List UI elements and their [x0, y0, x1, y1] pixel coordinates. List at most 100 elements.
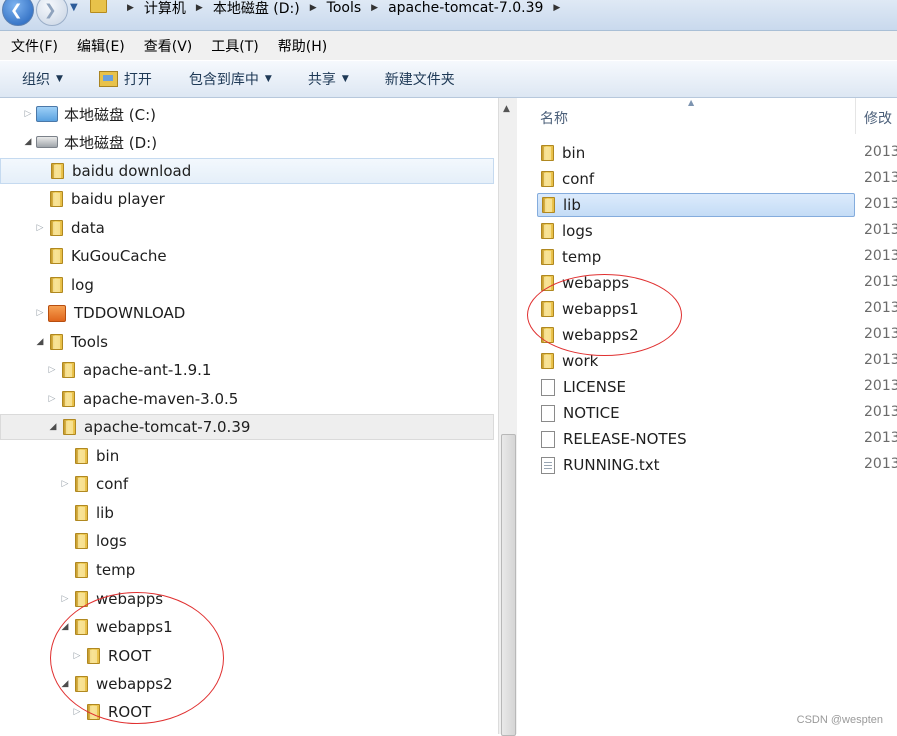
organize-button[interactable]: 组织 ▼ [22, 69, 63, 89]
column-header-name[interactable]: 名称 [540, 108, 568, 128]
tree-item-label: temp [96, 561, 136, 579]
collapsed-arrow-icon[interactable]: ▷ [46, 394, 58, 404]
open-button[interactable]: 打开 [98, 69, 152, 89]
tree-item[interactable]: ▷ 本地磁盘 (C:) [22, 101, 156, 127]
file-row[interactable]: lib [537, 193, 855, 217]
tree-item[interactable]: log [34, 272, 94, 298]
tree-item-label: lib [96, 504, 114, 522]
file-name: logs [562, 222, 593, 240]
new-folder-button[interactable]: 新建文件夹 [385, 69, 455, 89]
folder-icon [50, 220, 63, 236]
scroll-up-arrow-icon[interactable]: ▲ [503, 104, 510, 114]
back-button[interactable]: ❮ [2, 0, 34, 26]
collapsed-arrow-icon[interactable]: ▷ [59, 594, 71, 604]
drive-icon [36, 136, 58, 148]
file-name: RELEASE-NOTES [563, 430, 687, 448]
caret-down-icon: ▼ [56, 74, 63, 84]
tree-item[interactable]: lib [59, 500, 114, 526]
tree-item[interactable]: ▷ apache-maven-3.0.5 [46, 386, 239, 412]
file-row[interactable]: RELEASE-NOTES [537, 427, 855, 451]
collapsed-arrow-icon[interactable]: ▷ [34, 308, 46, 318]
menu-help[interactable]: 帮助(H) [278, 36, 327, 56]
file-modified-date: 2013 [864, 170, 897, 186]
forward-arrow-icon: ❯ [44, 1, 57, 19]
folder-icon [75, 562, 88, 578]
tree-item[interactable]: ◢ apache-tomcat-7.0.39 [0, 414, 494, 440]
file-modified-date: 2013 [864, 222, 897, 238]
menu-file[interactable]: 文件(F) [11, 36, 58, 56]
navigation-pane[interactable]: ▷ 本地磁盘 (C:) ◢ 本地磁盘 (D:) baidu download baidu … [0, 98, 498, 734]
collapsed-arrow-icon[interactable]: ▷ [46, 365, 58, 375]
tree-item[interactable]: ▷ TDDOWNLOAD [34, 300, 186, 326]
tree-item-label: apache-ant-1.9.1 [83, 361, 212, 379]
file-name: temp [562, 248, 602, 266]
tree-item[interactable]: ◢ 本地磁盘 (D:) [22, 129, 158, 155]
open-label: 打开 [123, 72, 152, 88]
file-row[interactable]: LICENSE [537, 375, 855, 399]
history-dropdown-icon[interactable]: ▼ [70, 2, 78, 13]
include-in-library-button[interactable]: 包含到库中 ▼ [189, 69, 272, 89]
file-icon [541, 404, 555, 422]
drive-c-icon [36, 106, 58, 122]
file-name: conf [562, 170, 595, 188]
file-name: lib [563, 196, 581, 214]
breadcrumb-item[interactable]: 计算机 [144, 0, 186, 18]
tree-item[interactable]: temp [59, 557, 135, 583]
folder-icon [90, 0, 107, 13]
collapsed-arrow-icon[interactable]: ▷ [59, 479, 71, 489]
tree-item[interactable]: bin [59, 443, 119, 469]
caret-down-icon: ▼ [264, 74, 272, 84]
breadcrumb-item[interactable]: Tools [327, 0, 362, 16]
breadcrumb-item[interactable]: apache-tomcat-7.0.39 [388, 0, 543, 16]
scrollbar-thumb[interactable] [501, 434, 516, 736]
forward-button[interactable]: ❯ [36, 0, 68, 26]
expanded-arrow-icon[interactable]: ◢ [22, 137, 34, 147]
folder-icon [541, 171, 554, 187]
file-name: LICENSE [563, 378, 626, 396]
breadcrumb-item[interactable]: 本地磁盘 (D:) [213, 0, 300, 18]
tree-item[interactable]: ▷ apache-ant-1.9.1 [46, 357, 212, 383]
chevron-right-icon[interactable]: ▶ [127, 3, 134, 13]
open-folder-icon [98, 71, 118, 87]
collapsed-arrow-icon[interactable]: ▷ [22, 109, 34, 119]
chevron-right-icon[interactable]: ▶ [310, 3, 317, 13]
tree-item[interactable]: ▷ data [34, 215, 105, 241]
file-row[interactable]: conf [537, 167, 855, 191]
tree-item[interactable]: ▷ conf [59, 471, 129, 497]
expanded-arrow-icon[interactable]: ◢ [47, 422, 59, 432]
expanded-arrow-icon[interactable]: ◢ [34, 337, 46, 347]
file-modified-date: 2013 [864, 404, 897, 420]
menu-edit[interactable]: 编辑(E) [77, 36, 125, 56]
tree-item-label: logs [96, 532, 127, 550]
chevron-right-icon[interactable]: ▶ [371, 3, 378, 13]
file-icon [541, 378, 555, 396]
file-modified-date: 2013 [864, 430, 897, 446]
file-row[interactable]: temp [537, 245, 855, 269]
file-list-pane[interactable]: 名称 ▲ 修改 bin 2013 conf 2013 lib 2013 logs 2013 te… [517, 98, 897, 734]
file-row[interactable]: bin [537, 141, 855, 165]
navigation-scrollbar[interactable]: ▲ [498, 98, 518, 736]
share-button[interactable]: 共享 ▼ [308, 69, 349, 89]
column-header-modified[interactable]: 修改 [864, 108, 892, 128]
watermark: CSDN @wespten [796, 714, 883, 726]
chevron-right-icon[interactable]: ▶ [553, 3, 560, 13]
collapsed-arrow-icon[interactable]: ▷ [34, 223, 46, 233]
column-divider[interactable] [855, 98, 856, 134]
chevron-right-icon[interactable]: ▶ [196, 3, 203, 13]
menu-tools[interactable]: 工具(T) [211, 36, 258, 56]
file-row[interactable]: NOTICE [537, 401, 855, 425]
folder-icon [75, 448, 88, 464]
tree-item[interactable]: logs [59, 528, 127, 554]
menu-view[interactable]: 查看(V) [144, 36, 193, 56]
folder-icon [542, 197, 555, 213]
tree-item[interactable]: baidu player [34, 186, 165, 212]
file-row[interactable]: RUNNING.txt [537, 453, 855, 477]
breadcrumb[interactable]: ▶ 计算机 ▶ 本地磁盘 (D:) ▶ Tools ▶ apache-tomca… [90, 0, 570, 18]
file-name: NOTICE [563, 404, 620, 422]
file-row[interactable]: logs [537, 219, 855, 243]
tree-item[interactable]: KuGouCache [34, 243, 167, 269]
tree-item[interactable]: baidu download [0, 158, 494, 184]
tree-item[interactable]: ◢ Tools [34, 329, 108, 355]
tree-item-label: TDDOWNLOAD [74, 304, 186, 322]
tree-item-label: baidu player [71, 190, 165, 208]
